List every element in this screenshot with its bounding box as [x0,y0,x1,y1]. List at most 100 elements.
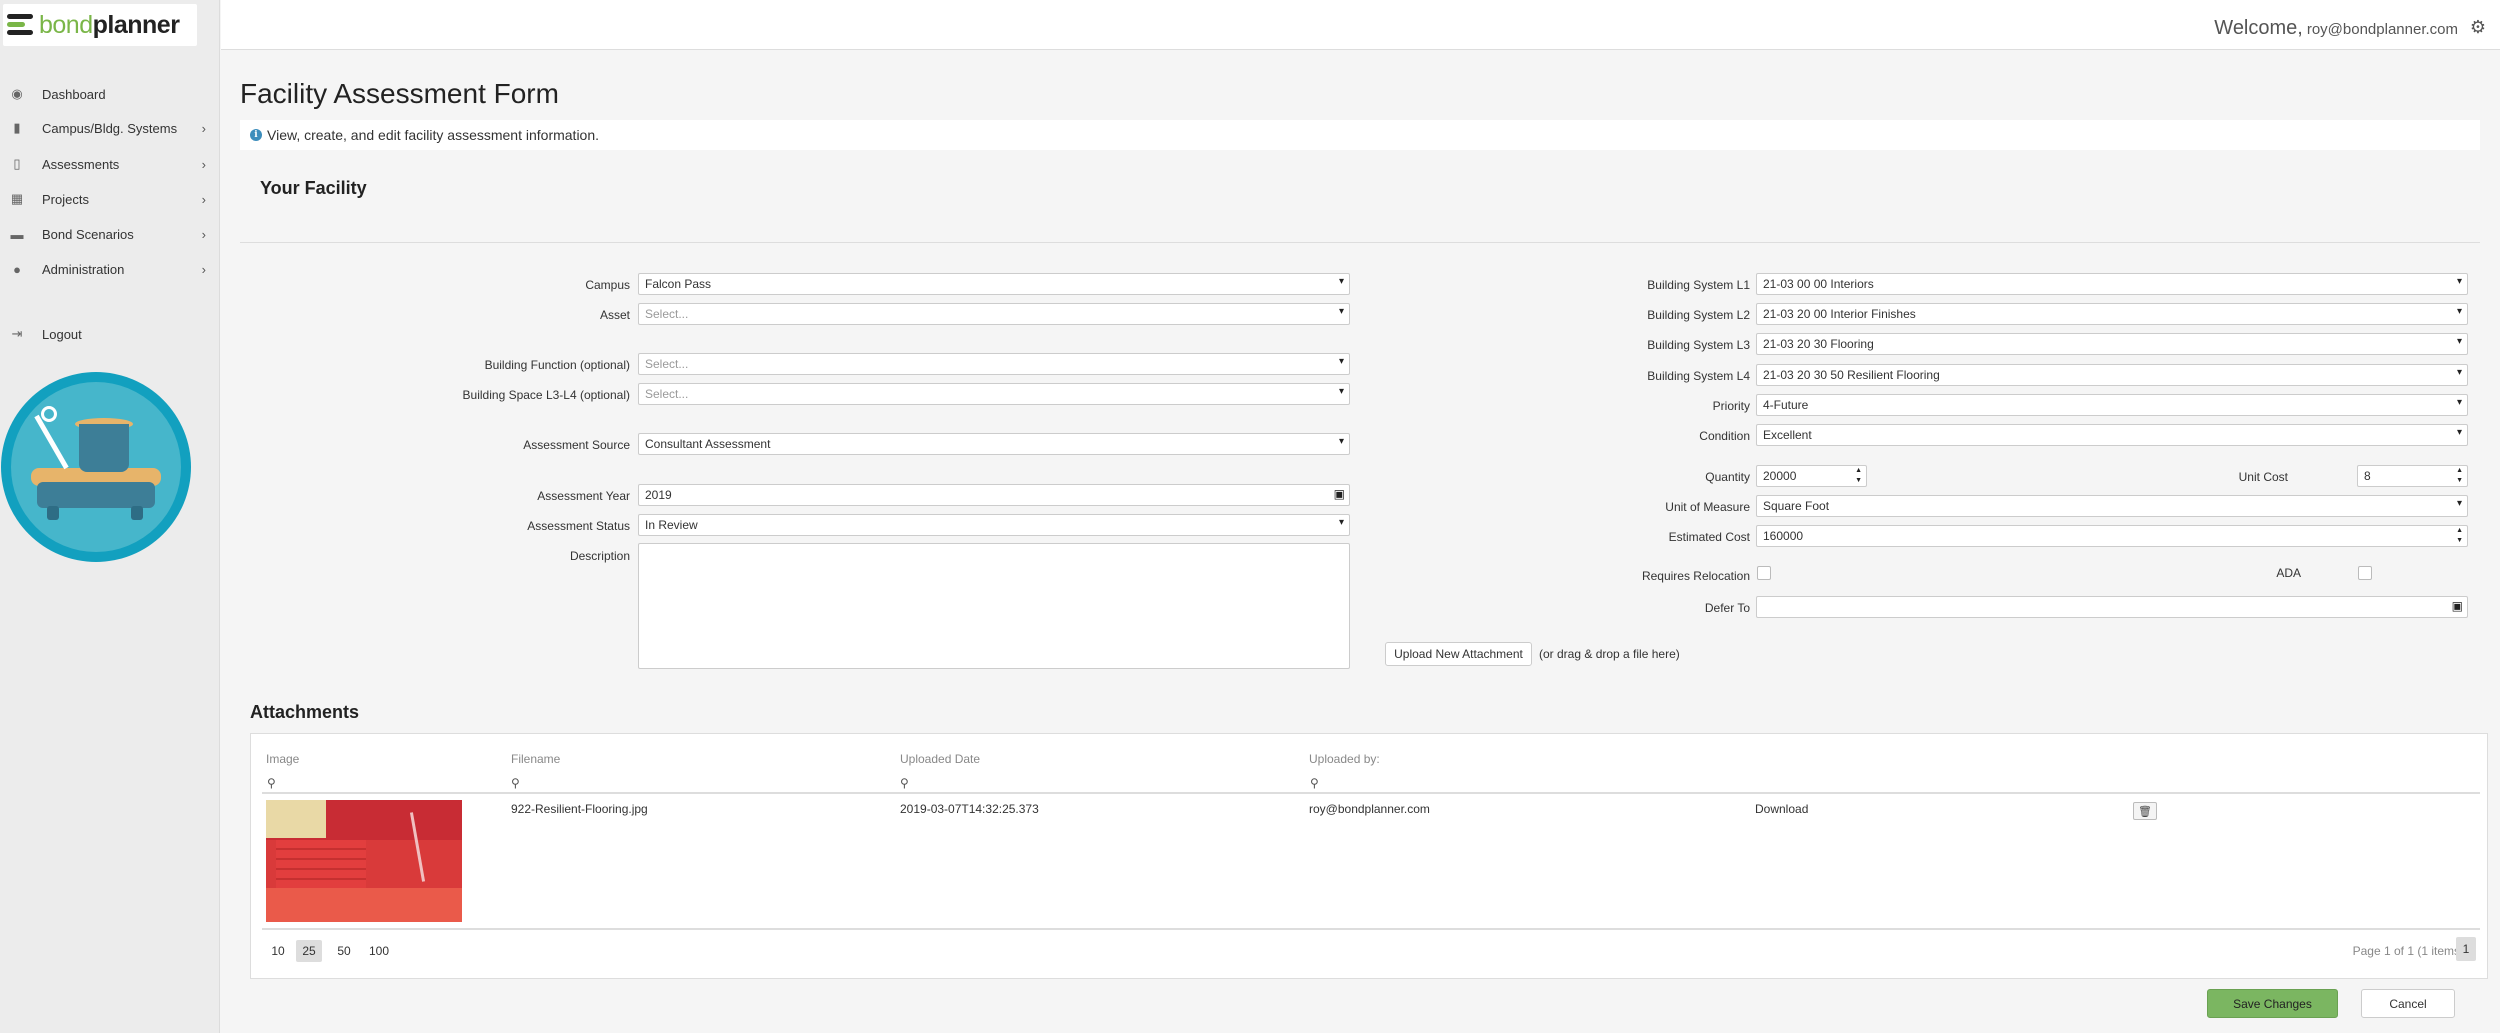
caret-down-icon: ▾ [1338,276,1344,287]
bs-l4-label: Building System L4 [1647,369,1750,383]
attachment-filename: 922-Resilient-Flooring.jpg [511,802,648,816]
section-title: Your Facility [260,178,367,198]
bs-l2-value: 21-03 20 00 Interior Finishes [1763,307,1916,321]
search-icon[interactable]: ⚲ [1310,776,1319,790]
info-text: View, create, and edit facility assessme… [267,127,600,143]
page-button-1[interactable]: 1 [2456,937,2476,961]
logo-text: bondplanner [39,11,180,40]
calendar-icon[interactable]: ▣ [2452,599,2463,613]
search-icon[interactable]: ⚲ [900,776,909,790]
sidebar-item-campus-bldg-systems[interactable]: ▮ Campus/Bldg. Systems › [0,111,220,145]
condition-label: Condition [1699,429,1750,443]
sidebar-item-label: Campus/Bldg. Systems [42,120,178,136]
estimated-cost-label: Estimated Cost [1668,530,1750,544]
divider [240,242,2480,243]
brand-logo[interactable]: bondplanner [3,4,197,46]
building-function-select[interactable]: Select... ▾ [638,353,1350,375]
campus-label: Campus [585,278,630,292]
column-header-image[interactable]: Image [266,752,299,766]
user-email[interactable]: roy@bondplanner.com [2307,21,2458,38]
building-system-l2-select[interactable]: 21-03 20 00 Interior Finishes ▾ [1756,303,2468,325]
sidebar-item-assessments[interactable]: ▯ Assessments › [0,147,220,181]
unit-cost-label: Unit Cost [2238,470,2288,484]
logo-mark-icon [7,12,35,38]
page-title: Facility Assessment Form [240,78,559,109]
document-icon: ▯ [13,156,21,171]
bs-l1-value: 21-03 00 00 Interiors [1763,277,1874,291]
bs-l2-label: Building System L2 [1647,308,1750,322]
welcome-label: Welcome, [2214,17,2303,39]
priority-select[interactable]: 4-Future ▾ [1756,394,2468,416]
unit-of-measure-select[interactable]: Square Foot ▾ [1756,495,2468,517]
quantity-label: Quantity [1705,470,1750,484]
description-textarea[interactable] [638,543,1350,669]
cancel-button[interactable]: Cancel [2361,989,2455,1018]
campus-select[interactable]: Falcon Pass ▾ [638,273,1350,295]
download-link[interactable]: Download [1755,802,1808,816]
assessment-year-input[interactable]: 2019 ▣ [638,484,1350,506]
sidebar-item-dashboard[interactable]: ◉ Dashboard [0,77,220,111]
column-header-uploaded-date[interactable]: Uploaded Date [900,752,980,766]
quantity-stepper[interactable]: 20000 ▲ ▼ [1756,465,1867,487]
caret-down-icon: ▾ [1338,517,1344,528]
sidebar-item-label: Assessments [42,156,120,172]
condition-select[interactable]: Excellent ▾ [1756,424,2468,446]
sidebar-item-administration[interactable]: ● Administration › [0,252,220,286]
campus-value: Falcon Pass [645,277,712,291]
requires-relocation-checkbox[interactable] [1757,566,1771,580]
sidebar-item-projects[interactable]: ▦ Projects › [0,182,220,216]
briefcase-icon: ▬ [10,226,24,242]
spinner-arrows-icon[interactable]: ▲ ▼ [2456,526,2463,546]
page-size-100[interactable]: 100 [364,940,394,962]
top-bar: Welcome, roy@bondplanner.com ⚙ [221,0,2500,50]
building-system-l1-select[interactable]: 21-03 00 00 Interiors ▾ [1756,273,2468,295]
asset-select[interactable]: Select... ▾ [638,303,1350,325]
calendar-icon[interactable]: ▣ [1334,487,1345,501]
sidebar-item-label: Bond Scenarios [42,226,134,242]
gear-icon[interactable]: ⚙ [2470,17,2486,38]
defer-to-input[interactable]: ▣ [1756,596,2468,618]
building-system-l4-select[interactable]: 21-03 20 30 50 Resilient Flooring ▾ [1756,364,2468,386]
ada-checkbox[interactable] [2358,566,2372,580]
sidebar-item-logout[interactable]: ⇥ Logout [0,317,220,351]
assessment-source-select[interactable]: Consultant Assessment ▾ [638,433,1350,455]
spinner-arrows-icon[interactable]: ▲ ▼ [2456,466,2463,486]
upload-attachment-button[interactable]: Upload New Attachment [1385,642,1532,666]
caret-down-icon: ▾ [2456,276,2462,287]
caret-down-icon: ▾ [1338,386,1344,397]
page-size-50[interactable]: 50 [332,940,356,962]
caret-down-icon: ▾ [1338,436,1344,447]
page-size-25[interactable]: 25 [296,940,322,962]
attachment-thumbnail[interactable] [266,800,462,922]
spinner-arrows-icon[interactable]: ▲ ▼ [1855,466,1862,486]
assessment-status-value: In Review [645,518,698,532]
trash-icon[interactable]: 🗑 [2133,802,2157,820]
estimated-cost-value: 160000 [1763,529,1804,543]
building-function-label: Building Function (optional) [484,358,630,372]
assessment-status-select[interactable]: In Review ▾ [638,514,1350,536]
search-icon[interactable]: ⚲ [511,776,520,790]
sidebar-item-label: Logout [42,326,82,342]
chevron-right-icon: › [201,226,206,242]
info-bar: i View, create, and edit facility assess… [240,120,2480,150]
save-changes-button[interactable]: Save Changes [2207,989,2338,1018]
sidebar: bondplanner ◉ Dashboard ▮ Campus/Bldg. S… [0,0,220,1033]
attachment-uploaded-date: 2019-03-07T14:32:25.373 [900,802,1039,816]
sidebar-item-label: Administration [42,261,125,277]
unit-cost-stepper[interactable]: 8 ▲ ▼ [2357,465,2468,487]
building-space-label: Building Space L3-L4 (optional) [462,388,630,402]
asset-label: Asset [599,308,630,322]
estimated-cost-stepper[interactable]: 160000 ▲ ▼ [1756,525,2468,547]
sidebar-item-bond-scenarios[interactable]: ▬ Bond Scenarios › [0,217,220,251]
building-icon: ▮ [13,120,21,135]
page-size-10[interactable]: 10 [266,940,290,962]
building-space-select[interactable]: Select... ▾ [638,383,1350,405]
upload-hint: (or drag & drop a file here) [1539,647,1680,661]
table-footer-divider [262,928,2480,930]
assessment-source-label: Assessment Source [523,438,630,452]
chevron-right-icon: › [201,191,206,207]
column-header-uploaded-by[interactable]: Uploaded by: [1309,752,1380,766]
search-icon[interactable]: ⚲ [267,776,276,790]
building-system-l3-select[interactable]: 21-03 20 30 Flooring ▾ [1756,333,2468,355]
column-header-filename[interactable]: Filename [511,752,560,766]
